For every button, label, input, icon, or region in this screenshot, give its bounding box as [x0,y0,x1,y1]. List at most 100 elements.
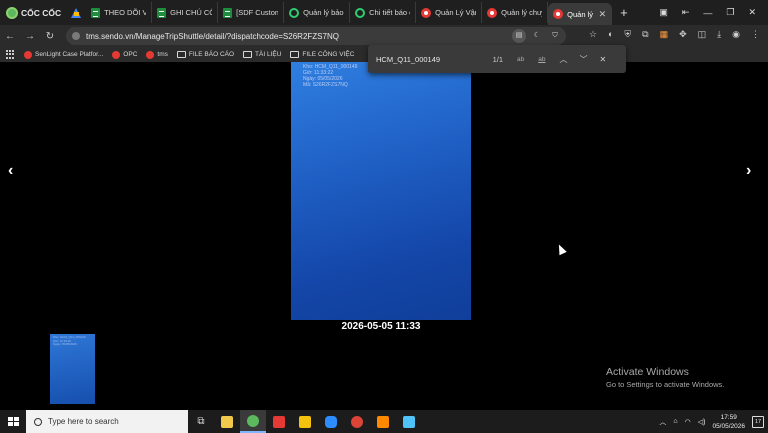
zalo-icon[interactable] [318,410,344,433]
photo-overlay-text: Kho: HCM_Q11_000149 Giờ: 11:33:22 Ngày: … [303,64,358,88]
wifi-icon[interactable]: ◠ [685,418,691,426]
find-match-count: 1/1 [492,54,503,64]
tab-ghi-chu[interactable]: GHI CHÚ CỐ [152,2,219,23]
tms-icon [487,7,498,18]
next-image-icon[interactable]: › [746,162,751,180]
browser-brand[interactable]: CỐC CỐC [0,0,67,25]
folder-icon [176,51,186,58]
toolbar-actions: ☆ ◐ ⛨ ⧉ ▦ ✥ ◫ ⤓ ◉ ⋮ [589,29,760,40]
profile-icon[interactable]: ◉ [732,29,740,40]
search-icon [34,417,42,426]
apps-grid-icon[interactable] [6,50,15,59]
bookmark-tms[interactable]: tms [146,50,168,59]
sheets-icon [157,7,167,18]
minimize-icon[interactable]: — [703,8,712,18]
photo-thumbnail[interactable]: Kho: HCM_Q11_000149 Giờ: 11:33:22 Ngày: … [50,334,95,404]
tms-icon [421,7,432,18]
sheets-icon [91,7,101,18]
find-next-icon[interactable]: ﹀ [579,54,587,65]
back-icon[interactable]: ← [0,31,20,42]
bookmark-senlight[interactable]: SenLight Case Platfor... [24,50,103,59]
new-tab-icon[interactable]: + [612,5,636,20]
start-button[interactable] [0,410,26,433]
drive-icon[interactable] [71,7,82,18]
shield-check-icon[interactable]: ⛨ [624,29,631,40]
bookmark-tai-lieu[interactable]: TÀI LIỆU [243,51,281,58]
find-bar: HCM_Q11_000149 1/1 ab ab ︿ ﹀ ✕ [368,45,626,73]
download-icon[interactable]: ⤓ [717,29,721,40]
dark-theme-icon[interactable]: ◐ [608,29,613,40]
find-input[interactable]: HCM_Q11_000149 [376,55,481,64]
bookmark-file-bao-cao[interactable]: FILE BÁO CÁO [176,51,234,58]
volume-icon[interactable]: ◁) [698,418,706,426]
brand-label: CỐC CỐC [21,7,62,18]
mouse-cursor-icon [555,242,567,256]
match-case-toggle[interactable]: ab [517,56,524,63]
close-tab-icon[interactable]: ✕ [599,9,607,20]
reader-icon[interactable]: ▤ [512,29,526,43]
site-info-icon[interactable] [72,32,80,40]
green-circle-icon [289,7,300,18]
clock[interactable]: 17:59 05/05/2026 [712,413,745,431]
opc-icon [112,50,121,59]
sticky-notes-icon[interactable] [292,410,318,433]
file-explorer-icon[interactable] [214,410,240,433]
image-viewer: ‹ › Kho: HCM_Q11_000149 Giờ: 11:33:22 Ng… [0,62,768,410]
restore-icon[interactable]: ❐ [726,7,734,18]
bookmark-file-cong-viec[interactable]: FILE CÔNG VIỆC [290,51,354,58]
whole-word-toggle[interactable]: ab [538,56,545,63]
main-photo: Kho: HCM_Q11_000149 Giờ: 11:33:22 Ngày: … [291,62,471,320]
tab-theo-doi[interactable]: THEO DÕI V [86,2,153,23]
taskbar-search[interactable]: Type here to search [26,410,188,433]
bookmark-opc[interactable]: OPC [112,50,137,59]
find-previous-icon[interactable]: ︿ [559,54,567,65]
previous-image-icon[interactable]: ‹ [8,162,13,180]
folder-icon [243,51,253,58]
tab-quan-ly-chuy[interactable]: Quản lý chuy [482,2,549,23]
dark-mode-icon[interactable]: ☾ [530,29,544,43]
wps-icon[interactable] [266,410,292,433]
network-icon[interactable]: ⌂ [673,418,677,425]
app-teal-icon[interactable] [396,410,422,433]
tms-icon [553,9,564,19]
windows-taskbar: Type here to search ⧉ ︿ ⌂ ◠ ◁) 17:59 05/… [0,410,768,433]
senlight-icon [24,50,32,59]
tab-quan-ly-active[interactable]: Quản lý ✕ [548,3,613,25]
tabs: THEO DÕI V GHI CHÚ CỐ [SDF Custom Quản l… [86,0,659,25]
shield-icon[interactable]: ⛉ [548,29,562,43]
green-circle-icon [355,7,366,18]
show-hidden-icons-icon[interactable]: ︿ [659,417,666,427]
address-bar[interactable]: tms.sendo.vn/ManageTripShuttle/detail/?d… [66,27,566,45]
puzzle-icon[interactable]: ✥ [679,29,687,40]
find-close-icon[interactable]: ✕ [599,55,606,64]
photo-timestamp: 2026-05-05 11:33 [341,321,421,332]
browser-toolbar: ← → ↻ tms.sendo.vn/ManageTripShuttle/det… [0,25,768,47]
activate-windows-watermark: Activate Windows Go to Settings to activ… [606,366,725,389]
forward-icon[interactable]: → [20,31,40,42]
back-history-icon[interactable]: ⇤ [682,7,690,18]
tab-quan-ly-van[interactable]: Quản Lý Vận [416,2,483,23]
extensions-icon[interactable]: ⧉ [642,29,648,40]
system-tray: ︿ ⌂ ◠ ◁) 17:59 05/05/2026 17 [659,410,768,433]
split-view-icon[interactable]: ◫ [698,29,707,40]
app-orange-icon[interactable] [370,410,396,433]
screenshot-icon[interactable]: ▣ [659,7,668,18]
tab-sdf-custom[interactable]: [SDF Custom [218,2,285,23]
sheets-icon [223,7,233,18]
chrome-icon[interactable] [344,410,370,433]
tab-chi-tiet-bao[interactable]: Chi tiết báo c [350,2,417,23]
menu-icon[interactable]: ⋮ [751,29,760,40]
coccoc-taskbar-icon[interactable] [240,410,266,433]
notification-center-icon[interactable]: 17 [752,415,764,428]
gift-icon[interactable]: ▦ [660,29,669,40]
omnibox-actions: ▤ ☾ ⛉ [512,29,562,43]
window-controls: ▣ ⇤ — ❐ ✕ [659,7,768,18]
tms-bookmark-icon [146,50,155,59]
thumbnail-overlay-text: Kho: HCM_Q11_000149 Giờ: 11:33:22 Ngày: … [53,335,86,346]
close-window-icon[interactable]: ✕ [748,7,756,18]
tab-quan-ly-bao[interactable]: Quản lý bảo [284,2,351,23]
url-text[interactable]: tms.sendo.vn/ManageTripShuttle/detail/?d… [86,32,339,41]
task-view-icon[interactable]: ⧉ [188,410,214,433]
reload-icon[interactable]: ↻ [40,31,60,42]
star-icon[interactable]: ☆ [589,29,597,40]
